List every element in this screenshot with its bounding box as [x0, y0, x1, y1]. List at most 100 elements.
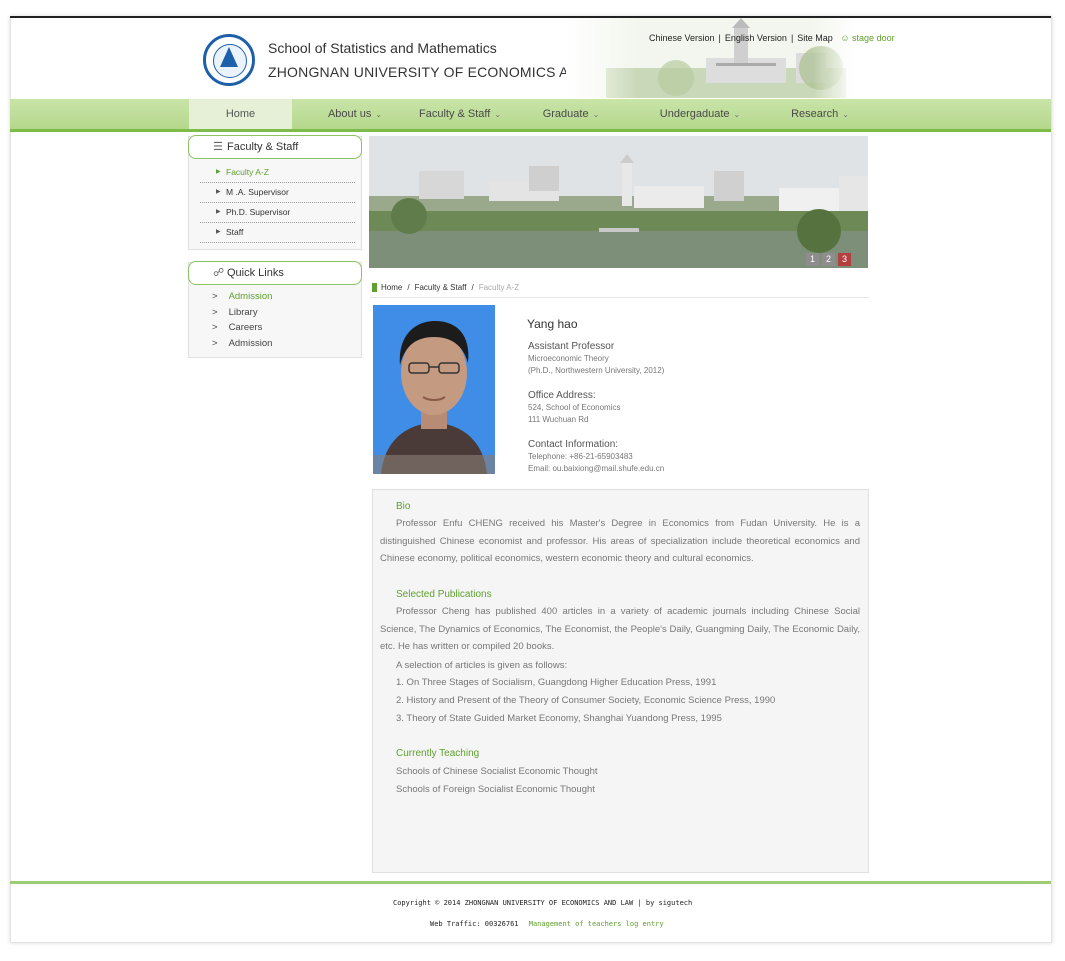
chevron-down-icon: ⌄: [375, 110, 383, 119]
bio-heading: Bio: [396, 501, 411, 512]
quick-link-admission[interactable]: > Admission: [212, 291, 272, 302]
faculty-menu-header: ☰ Faculty & Staff: [188, 135, 362, 159]
breadcrumb-home[interactable]: Home: [381, 283, 402, 292]
nav-undergraduate[interactable]: Undergaduate ⌄: [640, 99, 760, 129]
nav-label: Faculty & Staff: [418, 108, 491, 120]
quick-link-library[interactable]: > Library: [212, 307, 258, 318]
quick-link-label: Admission: [228, 291, 273, 302]
contact-telephone: Telephone: +86-21-65903483: [528, 452, 633, 461]
triangle-right-icon: ▶: [216, 209, 221, 215]
quick-link-label: Careers: [228, 322, 263, 333]
faculty-name: Yang hao: [527, 317, 578, 331]
bullet-icon: >: [212, 307, 218, 318]
nav-research[interactable]: Research ⌄: [770, 99, 870, 129]
faculty-degree: (Ph.D., Northwestern University, 2012): [528, 366, 665, 375]
teaching-item: Schools of Chinese Socialist Economic Th…: [396, 766, 598, 777]
bullet-icon: >: [212, 322, 218, 333]
chinese-version-link[interactable]: Chinese Version: [649, 33, 715, 43]
quick-links-header: ☍ Quick Links: [188, 261, 362, 285]
slide-dot-2[interactable]: 2: [822, 253, 835, 266]
triangle-right-icon: ▶: [216, 189, 221, 195]
nav-faculty-staff[interactable]: Faculty & Staff ⌄: [405, 99, 515, 129]
teaching-item: Schools of Foreign Socialist Economic Th…: [396, 784, 595, 795]
link-separator: |: [718, 33, 721, 43]
faculty-title: Assistant Professor: [528, 341, 615, 352]
site-map-link[interactable]: Site Map: [797, 33, 833, 43]
school-name: School of Statistics and Mathematics: [268, 40, 497, 56]
office-address-heading: Office Address:: [528, 390, 596, 401]
logo-emblem-icon: [220, 47, 238, 67]
top-links: Chinese Version | English Version | Site Map…: [649, 33, 895, 43]
list-icon: ☰: [213, 141, 223, 153]
sidebar-item-label: Faculty A-Z: [226, 167, 269, 177]
nav-graduate[interactable]: Graduate ⌄: [521, 99, 621, 129]
contact-email[interactable]: Email: ou.baixiong@mail.shufe.edu.cn: [528, 464, 664, 473]
chevron-down-icon: ⌄: [494, 110, 502, 119]
nav-label: About us: [327, 108, 372, 120]
triangle-right-icon: ▶: [216, 169, 221, 175]
publication-item: 2. History and Present of the Theory of …: [396, 695, 776, 706]
quick-links-title: Quick Links: [227, 267, 284, 279]
sidebar-item-ma-supervisor[interactable]: ▶ M .A. Supervisor: [200, 182, 355, 203]
teaching-heading: Currently Teaching: [396, 748, 480, 759]
triangle-right-icon: ▶: [216, 229, 221, 235]
slide-dot-3[interactable]: 3: [838, 253, 851, 266]
chevron-down-icon: ⌄: [733, 110, 741, 119]
breadcrumb-separator: /: [471, 283, 474, 292]
sidebar-item-label: M .A. Supervisor: [226, 187, 289, 197]
footer-copyright: Copyright © 2014 ZHONGNAN UNIVERSITY OF …: [393, 899, 693, 907]
publications-text: Professor Cheng has published 400 articl…: [380, 606, 860, 653]
bullet-icon: >: [212, 338, 218, 349]
office-address-line2: 111 Wuchuan Rd: [528, 415, 589, 424]
chevron-down-icon: ⌄: [842, 110, 849, 119]
chevron-down-icon: ⌄: [592, 110, 600, 119]
sidebar-item-staff[interactable]: ▶ Staff: [200, 222, 355, 243]
university-logo[interactable]: [203, 34, 255, 86]
quick-link-label: Admission: [228, 338, 273, 349]
nav-label: Home: [225, 108, 256, 120]
bullet-icon: >: [212, 291, 218, 302]
traffic-label: Web Traffic:: [430, 920, 481, 928]
english-version-link[interactable]: English Version: [725, 33, 787, 43]
breadcrumb-separator: /: [407, 283, 410, 292]
stage-door-label: stage door: [852, 33, 895, 43]
nav-label: Research: [791, 108, 839, 120]
quick-link-label: Library: [228, 307, 258, 318]
publications-heading: Selected Publications: [396, 589, 492, 600]
sidebar-item-label: Staff: [226, 227, 244, 237]
quick-link-admission-2[interactable]: > Admission: [212, 338, 272, 349]
bio-text: Professor Enfu CHENG received his Master…: [380, 518, 860, 565]
breadcrumb-divider: [370, 297, 869, 298]
link-separator: |: [790, 33, 794, 43]
nav-label: Graduate: [542, 108, 589, 120]
stage-door-link[interactable]: ☺ stage door: [840, 33, 894, 43]
faculty-field: Microeconomic Theory: [528, 354, 609, 363]
traffic-count: 00326761: [484, 920, 519, 928]
footer-traffic: Web Traffic: 00326761 Management of teac…: [430, 920, 664, 928]
breadcrumb-faculty-staff[interactable]: Faculty & Staff: [415, 283, 467, 292]
user-icon: ☺: [840, 33, 850, 43]
faculty-menu-title: Faculty & Staff: [227, 141, 299, 153]
slide-dot-1[interactable]: 1: [806, 253, 819, 266]
publication-item: 3. Theory of State Guided Market Economy…: [396, 713, 722, 724]
sidebar-item-phd-supervisor[interactable]: ▶ Ph.D. Supervisor: [200, 202, 355, 223]
nav-home[interactable]: Home: [189, 99, 292, 129]
contact-heading: Contact Information:: [528, 439, 619, 450]
top-border: [10, 16, 1051, 18]
sidebar-item-label: Ph.D. Supervisor: [226, 207, 291, 217]
office-address-line1: 524, School of Economics: [528, 403, 621, 412]
quick-link-careers[interactable]: > Careers: [212, 322, 262, 333]
campus-banner-image: [369, 136, 868, 268]
footer-divider: [10, 881, 1051, 884]
teacher-login-link[interactable]: Management of teachers log entry: [529, 920, 664, 928]
publication-item: 1. On Three Stages of Socialism, Guangdo…: [396, 677, 717, 688]
header-campus-image: [566, 18, 856, 98]
breadcrumb-marker: [372, 283, 377, 292]
publications-intro: A selection of articles is given as foll…: [396, 660, 568, 671]
sidebar-item-faculty-a-z[interactable]: ▶ Faculty A-Z: [200, 162, 355, 183]
link-icon: ☍: [213, 267, 225, 279]
nav-about-us[interactable]: About us ⌄: [305, 99, 405, 129]
breadcrumb: Home / Faculty & Staff / Faculty A-Z: [381, 283, 519, 292]
nav-label: Undergaduate: [659, 108, 730, 120]
profile-photo: [373, 305, 495, 474]
